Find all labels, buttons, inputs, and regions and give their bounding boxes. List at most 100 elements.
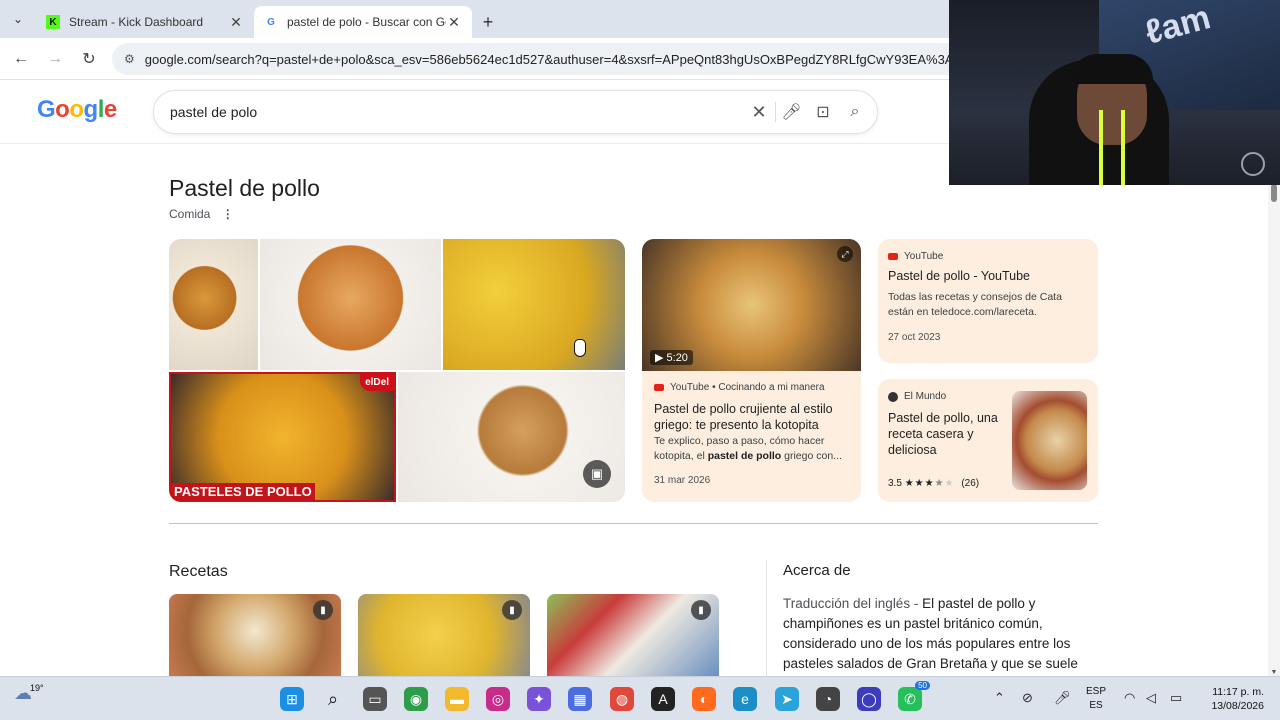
- close-tab-icon[interactable]: ✕: [446, 14, 462, 31]
- lens-icon[interactable]: ⊡: [807, 102, 839, 122]
- category-label: Comida ⋮: [169, 207, 234, 221]
- close-tab-icon[interactable]: ✕: [228, 14, 244, 31]
- youtube-date: 27 oct 2023: [888, 332, 941, 343]
- headphone-cord: [1121, 110, 1125, 185]
- youtube-title[interactable]: Pastel de pollo - YouTube: [888, 268, 1088, 284]
- notification-badge: 50: [915, 681, 930, 690]
- edge-icon[interactable]: e: [733, 687, 757, 711]
- rating-row: 3.5 ★★★★★ (26): [888, 478, 980, 489]
- bookmark-icon[interactable]: ▮: [691, 600, 711, 620]
- video-title[interactable]: Pastel de pollo crujiente al estilo grie…: [654, 401, 854, 433]
- hand-cursor-icon: [574, 339, 586, 357]
- rating-stars-icon: ★★★★★: [904, 478, 955, 489]
- tab-kick-dashboard[interactable]: K Stream - Kick Dashboard ✕: [36, 6, 254, 38]
- chrome-profile-icon[interactable]: ◉: [404, 687, 428, 711]
- food-image-4[interactable]: elDel PASTELES DE POLLO: [169, 372, 396, 502]
- search-icon[interactable]: ⌕: [321, 687, 345, 711]
- microphone-icon[interactable]: 🎤︎: [1054, 690, 1071, 706]
- clock[interactable]: 11:17 p. m. 13/08/2026: [1200, 685, 1264, 713]
- food-image-3[interactable]: [443, 239, 625, 370]
- url-text: google.com/search?q=pastel+de+polo&sca_e…: [144, 51, 954, 67]
- network-off-icon[interactable]: ⊘: [1022, 690, 1033, 706]
- expand-icon[interactable]: ⤢: [837, 246, 853, 262]
- search-icon[interactable]: ⌕: [839, 103, 871, 121]
- adobe-icon[interactable]: A: [651, 687, 675, 711]
- search-box[interactable]: pastel de polo ✕ 🎤︎ ⊡ ⌕: [153, 90, 878, 134]
- webcam-overlay: ℓam: [949, 0, 1280, 185]
- streamer-cap: [1071, 54, 1153, 84]
- calendar-icon[interactable]: ▦: [568, 687, 592, 711]
- tab-search-button[interactable]: ⌄: [0, 0, 36, 38]
- back-button[interactable]: ←: [4, 42, 38, 76]
- video-description: Te explico, paso a paso, cómo hacer koto…: [654, 435, 842, 462]
- food-image-2[interactable]: [260, 239, 441, 370]
- clear-icon[interactable]: ✕: [743, 102, 775, 123]
- youtube-source: YouTube: [888, 251, 1088, 262]
- site-info-icon[interactable]: ⚙: [124, 52, 135, 66]
- elmundo-title[interactable]: Pastel de pollo, una receta casera y del…: [888, 410, 1008, 458]
- tab-title: pastel de polo - Buscar con Goo: [287, 15, 446, 29]
- battery-icon[interactable]: ▭: [1170, 690, 1182, 706]
- page-title: Pastel de pollo: [169, 175, 320, 201]
- video-source: YouTube • Cocinando a mi manera: [654, 382, 854, 393]
- recipe-card[interactable]: ▮: [358, 594, 530, 676]
- file-explorer-icon[interactable]: ▬: [445, 687, 469, 711]
- channel-badge: elDel: [360, 374, 394, 391]
- taskbar: ☁ 19° ⊞ ⌕ ▭ ◉ ▬ ◎ ✦ ▦ ◍ A ◐ e ➤ ◔ ◯ ✆ 50 …: [0, 676, 1280, 720]
- about-heading: Acerca de: [783, 562, 851, 579]
- video-duration: ▶ 5:20: [650, 350, 693, 365]
- elmundo-thumbnail[interactable]: [1012, 391, 1087, 490]
- kick-icon: K: [46, 15, 60, 29]
- image-caption: PASTELES DE POLLO: [171, 483, 315, 500]
- scroll-thumb[interactable]: [1271, 184, 1277, 202]
- reload-button[interactable]: ↻: [72, 42, 106, 76]
- firefox-icon[interactable]: ◐: [692, 687, 716, 711]
- browser-icon[interactable]: ◯: [857, 687, 881, 711]
- weather-widget[interactable]: ☁ 19°: [14, 683, 44, 704]
- wifi-icon[interactable]: ◠: [1124, 690, 1135, 706]
- scroll-down-arrow-icon[interactable]: ▼: [1268, 669, 1280, 676]
- start-icon[interactable]: ⊞: [280, 687, 304, 711]
- chrome-icon[interactable]: ◍: [610, 687, 634, 711]
- headphone-cord: [1099, 110, 1103, 185]
- task-view-icon[interactable]: ▭: [363, 687, 387, 711]
- youtube-card[interactable]: YouTube Pastel de pollo - YouTube Todas …: [878, 239, 1098, 363]
- language-indicator[interactable]: ESP ES: [1086, 685, 1106, 713]
- search-input[interactable]: pastel de polo: [170, 104, 743, 120]
- youtube-icon: [888, 253, 898, 260]
- page-scrollbar[interactable]: ▲ ▼: [1268, 144, 1280, 676]
- tab-google-search[interactable]: G pastel de polo - Buscar con Goo ✕: [254, 6, 472, 38]
- recipe-card[interactable]: ▮: [169, 594, 341, 676]
- category-text: Comida: [169, 207, 211, 221]
- video-card[interactable]: ⤢ ▶ 5:20 YouTube • Cocinando a mi manera…: [642, 239, 861, 502]
- youtube-icon: [654, 384, 664, 391]
- new-tab-button[interactable]: +: [472, 6, 504, 38]
- whatsapp-icon[interactable]: ✆ 50: [898, 681, 930, 711]
- microphone-icon[interactable]: 🎤︎: [775, 102, 807, 122]
- bookmark-icon[interactable]: ▮: [502, 600, 522, 620]
- food-image-1[interactable]: [169, 239, 258, 370]
- column-divider: [766, 560, 767, 676]
- recipes-heading: Recetas: [169, 563, 228, 580]
- youtube-description: Todas las recetas y consejos de Cata est…: [888, 291, 1062, 318]
- instagram-icon[interactable]: ◎: [486, 687, 510, 711]
- telegram-icon[interactable]: ➤: [775, 687, 799, 711]
- obs-icon[interactable]: ◔: [816, 687, 840, 711]
- elmundo-icon: [888, 391, 898, 402]
- gallery-icon[interactable]: ▣: [583, 460, 611, 488]
- copilot-icon[interactable]: ✦: [527, 687, 551, 711]
- food-image-5[interactable]: ▣: [398, 372, 625, 502]
- video-thumbnail[interactable]: ⤢ ▶ 5:20: [642, 239, 861, 371]
- volume-icon[interactable]: ◁: [1146, 690, 1156, 706]
- tab-title: Stream - Kick Dashboard: [69, 15, 204, 29]
- temperature: 19°: [30, 683, 44, 693]
- google-logo[interactable]: Google: [37, 96, 117, 124]
- bookmark-icon[interactable]: ▮: [313, 600, 333, 620]
- forward-button[interactable]: →: [38, 42, 72, 76]
- video-date: 31 mar 2026: [654, 475, 711, 486]
- more-options-icon[interactable]: ⋮: [222, 207, 234, 221]
- elmundo-card[interactable]: El Mundo Pastel de pollo, una receta cas…: [878, 379, 1098, 502]
- show-hidden-icons-icon[interactable]: ⌃: [994, 690, 1005, 706]
- recipe-card[interactable]: ▮: [547, 594, 719, 676]
- section-divider: [169, 523, 1098, 524]
